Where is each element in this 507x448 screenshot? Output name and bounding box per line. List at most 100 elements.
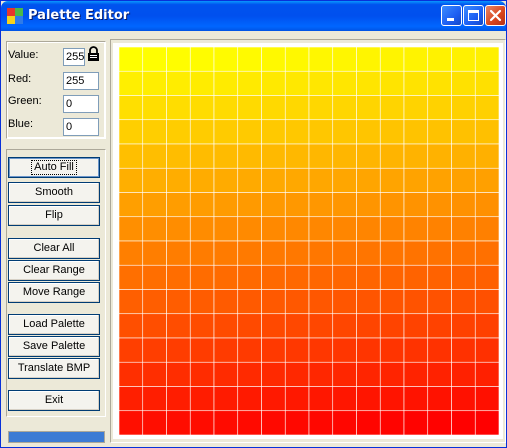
palette-cell[interactable]: [332, 119, 357, 145]
palette-cell[interactable]: [332, 167, 357, 193]
palette-cell[interactable]: [356, 119, 381, 145]
maximize-button[interactable]: [463, 5, 484, 26]
palette-cell[interactable]: [119, 167, 144, 193]
palette-cell[interactable]: [142, 167, 167, 193]
palette-cell[interactable]: [332, 143, 357, 169]
load-palette-button[interactable]: Load Palette: [8, 314, 100, 335]
palette-cell[interactable]: [119, 70, 144, 96]
palette-cell[interactable]: [119, 264, 144, 290]
palette-cell[interactable]: [403, 264, 429, 290]
palette-cell[interactable]: [379, 240, 405, 266]
palette-cell[interactable]: [213, 264, 239, 290]
palette-cell[interactable]: [474, 167, 499, 193]
palette-cell[interactable]: [332, 386, 357, 412]
palette-cell[interactable]: [189, 289, 215, 315]
palette-cell[interactable]: [237, 216, 262, 242]
palette-cell[interactable]: [356, 216, 381, 242]
palette-cell[interactable]: [356, 313, 381, 339]
palette-cell[interactable]: [474, 70, 499, 96]
palette-cell[interactable]: [189, 264, 215, 290]
palette-cell[interactable]: [474, 240, 499, 266]
red-field[interactable]: 255: [63, 72, 99, 90]
palette-cell[interactable]: [119, 410, 144, 435]
palette-cell[interactable]: [332, 361, 357, 387]
palette-cell[interactable]: [403, 119, 429, 145]
palette-cell[interactable]: [332, 192, 357, 218]
palette-cell[interactable]: [308, 119, 334, 145]
palette-cell[interactable]: [261, 167, 286, 193]
palette-cell[interactable]: [474, 264, 499, 290]
palette-cell[interactable]: [119, 47, 144, 72]
palette-cell[interactable]: [403, 386, 429, 412]
palette-cell[interactable]: [166, 240, 191, 266]
value-field[interactable]: 255: [63, 48, 85, 66]
palette-cell[interactable]: [261, 95, 286, 121]
palette-cell[interactable]: [213, 386, 239, 412]
blue-field[interactable]: 0: [63, 118, 99, 136]
palette-cell[interactable]: [189, 410, 215, 435]
palette-cell[interactable]: [379, 313, 405, 339]
palette-cell[interactable]: [213, 361, 239, 387]
palette-cell[interactable]: [166, 313, 191, 339]
palette-cell[interactable]: [356, 192, 381, 218]
palette-cell[interactable]: [142, 119, 167, 145]
palette-cell[interactable]: [261, 289, 286, 315]
palette-cell[interactable]: [119, 289, 144, 315]
palette-cell[interactable]: [451, 192, 476, 218]
palette-cell[interactable]: [166, 167, 191, 193]
palette-cell[interactable]: [189, 95, 215, 121]
palette-cell[interactable]: [166, 143, 191, 169]
palette-cell[interactable]: [474, 410, 499, 435]
palette-cell[interactable]: [284, 410, 310, 435]
palette-cell[interactable]: [451, 47, 476, 72]
palette-cell[interactable]: [213, 410, 239, 435]
palette-cell[interactable]: [403, 337, 429, 363]
palette-cell[interactable]: [379, 386, 405, 412]
palette-cell[interactable]: [142, 337, 167, 363]
palette-cell[interactable]: [451, 70, 476, 96]
palette-cell[interactable]: [237, 192, 262, 218]
palette-cell[interactable]: [284, 386, 310, 412]
palette-cell[interactable]: [427, 386, 452, 412]
palette-cell[interactable]: [379, 264, 405, 290]
palette-cell[interactable]: [237, 264, 262, 290]
palette-cell[interactable]: [237, 289, 262, 315]
palette-cell[interactable]: [237, 337, 262, 363]
palette-cell[interactable]: [189, 70, 215, 96]
palette-cell[interactable]: [427, 167, 452, 193]
palette-cell[interactable]: [474, 47, 499, 72]
palette-cell[interactable]: [213, 240, 239, 266]
palette-cell[interactable]: [308, 95, 334, 121]
palette-cell[interactable]: [379, 361, 405, 387]
palette-cell[interactable]: [189, 192, 215, 218]
palette-cell[interactable]: [451, 240, 476, 266]
palette-cell[interactable]: [356, 143, 381, 169]
clear-all-button[interactable]: Clear All: [8, 238, 100, 259]
palette-cell[interactable]: [213, 70, 239, 96]
palette-cell[interactable]: [356, 95, 381, 121]
palette-cell[interactable]: [308, 410, 334, 435]
palette-cell[interactable]: [403, 289, 429, 315]
palette-cell[interactable]: [332, 410, 357, 435]
palette-cell[interactable]: [308, 313, 334, 339]
palette-cell[interactable]: [284, 313, 310, 339]
palette-cell[interactable]: [189, 337, 215, 363]
palette-cell[interactable]: [427, 192, 452, 218]
translate-bmp-button[interactable]: Translate BMP: [8, 358, 100, 379]
palette-cell[interactable]: [142, 143, 167, 169]
palette-cell[interactable]: [119, 313, 144, 339]
palette-cell[interactable]: [261, 70, 286, 96]
palette-cell[interactable]: [332, 70, 357, 96]
palette-cell[interactable]: [189, 167, 215, 193]
palette-cell[interactable]: [403, 167, 429, 193]
palette-cell[interactable]: [237, 70, 262, 96]
palette-cell[interactable]: [284, 167, 310, 193]
palette-cell[interactable]: [213, 289, 239, 315]
palette-cell[interactable]: [332, 289, 357, 315]
palette-cell[interactable]: [261, 119, 286, 145]
palette-cell[interactable]: [451, 386, 476, 412]
palette-cell[interactable]: [261, 47, 286, 72]
palette-cell[interactable]: [166, 386, 191, 412]
palette-cell[interactable]: [308, 167, 334, 193]
palette-cell[interactable]: [237, 386, 262, 412]
